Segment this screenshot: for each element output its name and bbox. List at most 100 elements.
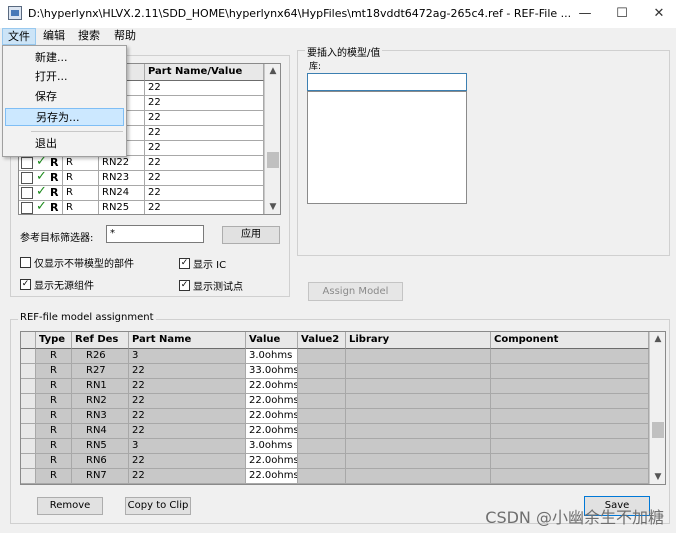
table-cell[interactable]: [298, 469, 346, 484]
show-passive-checkbox[interactable]: ✓: [20, 279, 31, 290]
table-cell[interactable]: [491, 484, 649, 485]
grid-cell-value[interactable]: 22: [145, 111, 264, 126]
table-cell[interactable]: [298, 439, 346, 454]
grid-cell-value[interactable]: 22: [145, 201, 264, 214]
table-cell[interactable]: R27: [72, 364, 129, 379]
table-header-rowhead[interactable]: [21, 332, 36, 349]
grid-cell-refdes[interactable]: RN23: [99, 171, 145, 186]
table-row-header[interactable]: [21, 364, 36, 379]
table-cell[interactable]: 22.0ohms: [246, 379, 298, 394]
grid-row-select[interactable]: ✓ R: [19, 156, 63, 171]
close-button[interactable]: ✕: [646, 4, 672, 24]
grid-cell-refdes[interactable]: RN25: [99, 201, 145, 214]
refdes-filter-input[interactable]: *: [106, 225, 204, 243]
grid-cell-refdes[interactable]: RN22: [99, 156, 145, 171]
table-cell[interactable]: RN5: [72, 439, 129, 454]
table-cell[interactable]: [491, 409, 649, 424]
library-search-input[interactable]: [307, 73, 467, 91]
table-cell[interactable]: 22.0ohms: [246, 454, 298, 469]
grid-cell-value[interactable]: 22: [145, 156, 264, 171]
scroll-thumb[interactable]: [267, 152, 279, 168]
table-cell[interactable]: R: [36, 439, 72, 454]
table-cell[interactable]: [491, 469, 649, 484]
table-header-partname[interactable]: Part Name: [129, 332, 246, 349]
table-cell[interactable]: [298, 364, 346, 379]
menu-item-new[interactable]: 新建...: [5, 49, 124, 67]
grid-header-partname[interactable]: Part Name/Value: [145, 64, 264, 81]
table-cell[interactable]: [346, 409, 491, 424]
table-row-header[interactable]: [21, 424, 36, 439]
table-cell[interactable]: [491, 379, 649, 394]
table-cell[interactable]: 22: [129, 409, 246, 424]
table-cell[interactable]: R: [36, 424, 72, 439]
part-grid-scrollbar[interactable]: ▲ ▼: [264, 64, 280, 214]
table-header-refdes[interactable]: Ref Des: [72, 332, 129, 349]
grid-cell-type[interactable]: R: [63, 156, 99, 171]
grid-row-select[interactable]: ✓ R: [19, 171, 63, 186]
table-cell[interactable]: 22.0ohms: [246, 394, 298, 409]
only-without-model-checkbox[interactable]: [20, 257, 31, 268]
table-row-header[interactable]: [21, 379, 36, 394]
menu-file[interactable]: 文件: [2, 28, 36, 45]
grid-cell-type[interactable]: R: [63, 171, 99, 186]
table-cell[interactable]: R: [36, 469, 72, 484]
table-cell[interactable]: 22: [129, 364, 246, 379]
row-checkbox[interactable]: [21, 157, 33, 169]
grid-row-select[interactable]: ✓ R: [19, 201, 63, 214]
apply-button[interactable]: 应用: [222, 226, 280, 244]
menu-search[interactable]: 搜索: [73, 28, 105, 45]
menu-edit[interactable]: 编辑: [38, 28, 70, 45]
table-row-header[interactable]: [21, 454, 36, 469]
table-cell[interactable]: 3.0ohms: [246, 349, 298, 364]
table-cell[interactable]: 22.0ohms: [246, 424, 298, 439]
table-cell[interactable]: 22: [129, 484, 246, 485]
grid-cell-value[interactable]: 22: [145, 81, 264, 96]
row-checkbox[interactable]: [21, 187, 33, 199]
scroll-down-icon[interactable]: ▼: [265, 200, 280, 214]
model-list[interactable]: [307, 91, 467, 204]
table-cell[interactable]: [491, 364, 649, 379]
table-cell[interactable]: 22: [129, 379, 246, 394]
assign-model-button[interactable]: Assign Model: [308, 282, 403, 301]
menu-item-open[interactable]: 打开...: [5, 68, 124, 86]
table-cell[interactable]: 3: [129, 439, 246, 454]
menu-item-save-as[interactable]: 另存为...: [5, 108, 124, 126]
table-cell[interactable]: [298, 454, 346, 469]
table-cell[interactable]: [346, 349, 491, 364]
scroll-up-icon[interactable]: ▲: [265, 64, 280, 78]
table-cell[interactable]: [346, 469, 491, 484]
table-cell[interactable]: [346, 424, 491, 439]
table-cell[interactable]: [346, 454, 491, 469]
table-row-header[interactable]: [21, 409, 36, 424]
table-cell[interactable]: [491, 424, 649, 439]
table-cell[interactable]: [298, 394, 346, 409]
table-cell[interactable]: 22: [129, 394, 246, 409]
table-row-header[interactable]: [21, 469, 36, 484]
table-cell[interactable]: [298, 349, 346, 364]
copy-to-clip-button[interactable]: Copy to Clip: [125, 497, 191, 515]
table-cell[interactable]: R26: [72, 349, 129, 364]
table-header-component[interactable]: Component: [491, 332, 649, 349]
table-cell[interactable]: 22: [129, 469, 246, 484]
table-cell[interactable]: 33.0ohms: [246, 364, 298, 379]
grid-cell-value[interactable]: 22: [145, 186, 264, 201]
grid-cell-value[interactable]: 22: [145, 126, 264, 141]
menu-help[interactable]: 帮助: [109, 28, 141, 45]
table-cell[interactable]: R: [36, 364, 72, 379]
show-ic-checkbox[interactable]: ✓: [179, 258, 190, 269]
table-cell[interactable]: R: [36, 484, 72, 485]
table-cell[interactable]: [491, 454, 649, 469]
scroll-thumb[interactable]: [652, 422, 664, 438]
minimize-button[interactable]: —: [572, 4, 598, 24]
table-cell[interactable]: [298, 379, 346, 394]
maximize-button[interactable]: ☐: [609, 4, 635, 24]
table-cell[interactable]: R: [36, 379, 72, 394]
table-cell[interactable]: RN3: [72, 409, 129, 424]
grid-cell-value[interactable]: 22: [145, 141, 264, 156]
table-cell[interactable]: [346, 439, 491, 454]
table-cell[interactable]: [491, 394, 649, 409]
table-header-type[interactable]: Type: [36, 332, 72, 349]
table-cell[interactable]: [346, 379, 491, 394]
table-cell[interactable]: R: [36, 454, 72, 469]
table-cell[interactable]: RN1: [72, 379, 129, 394]
